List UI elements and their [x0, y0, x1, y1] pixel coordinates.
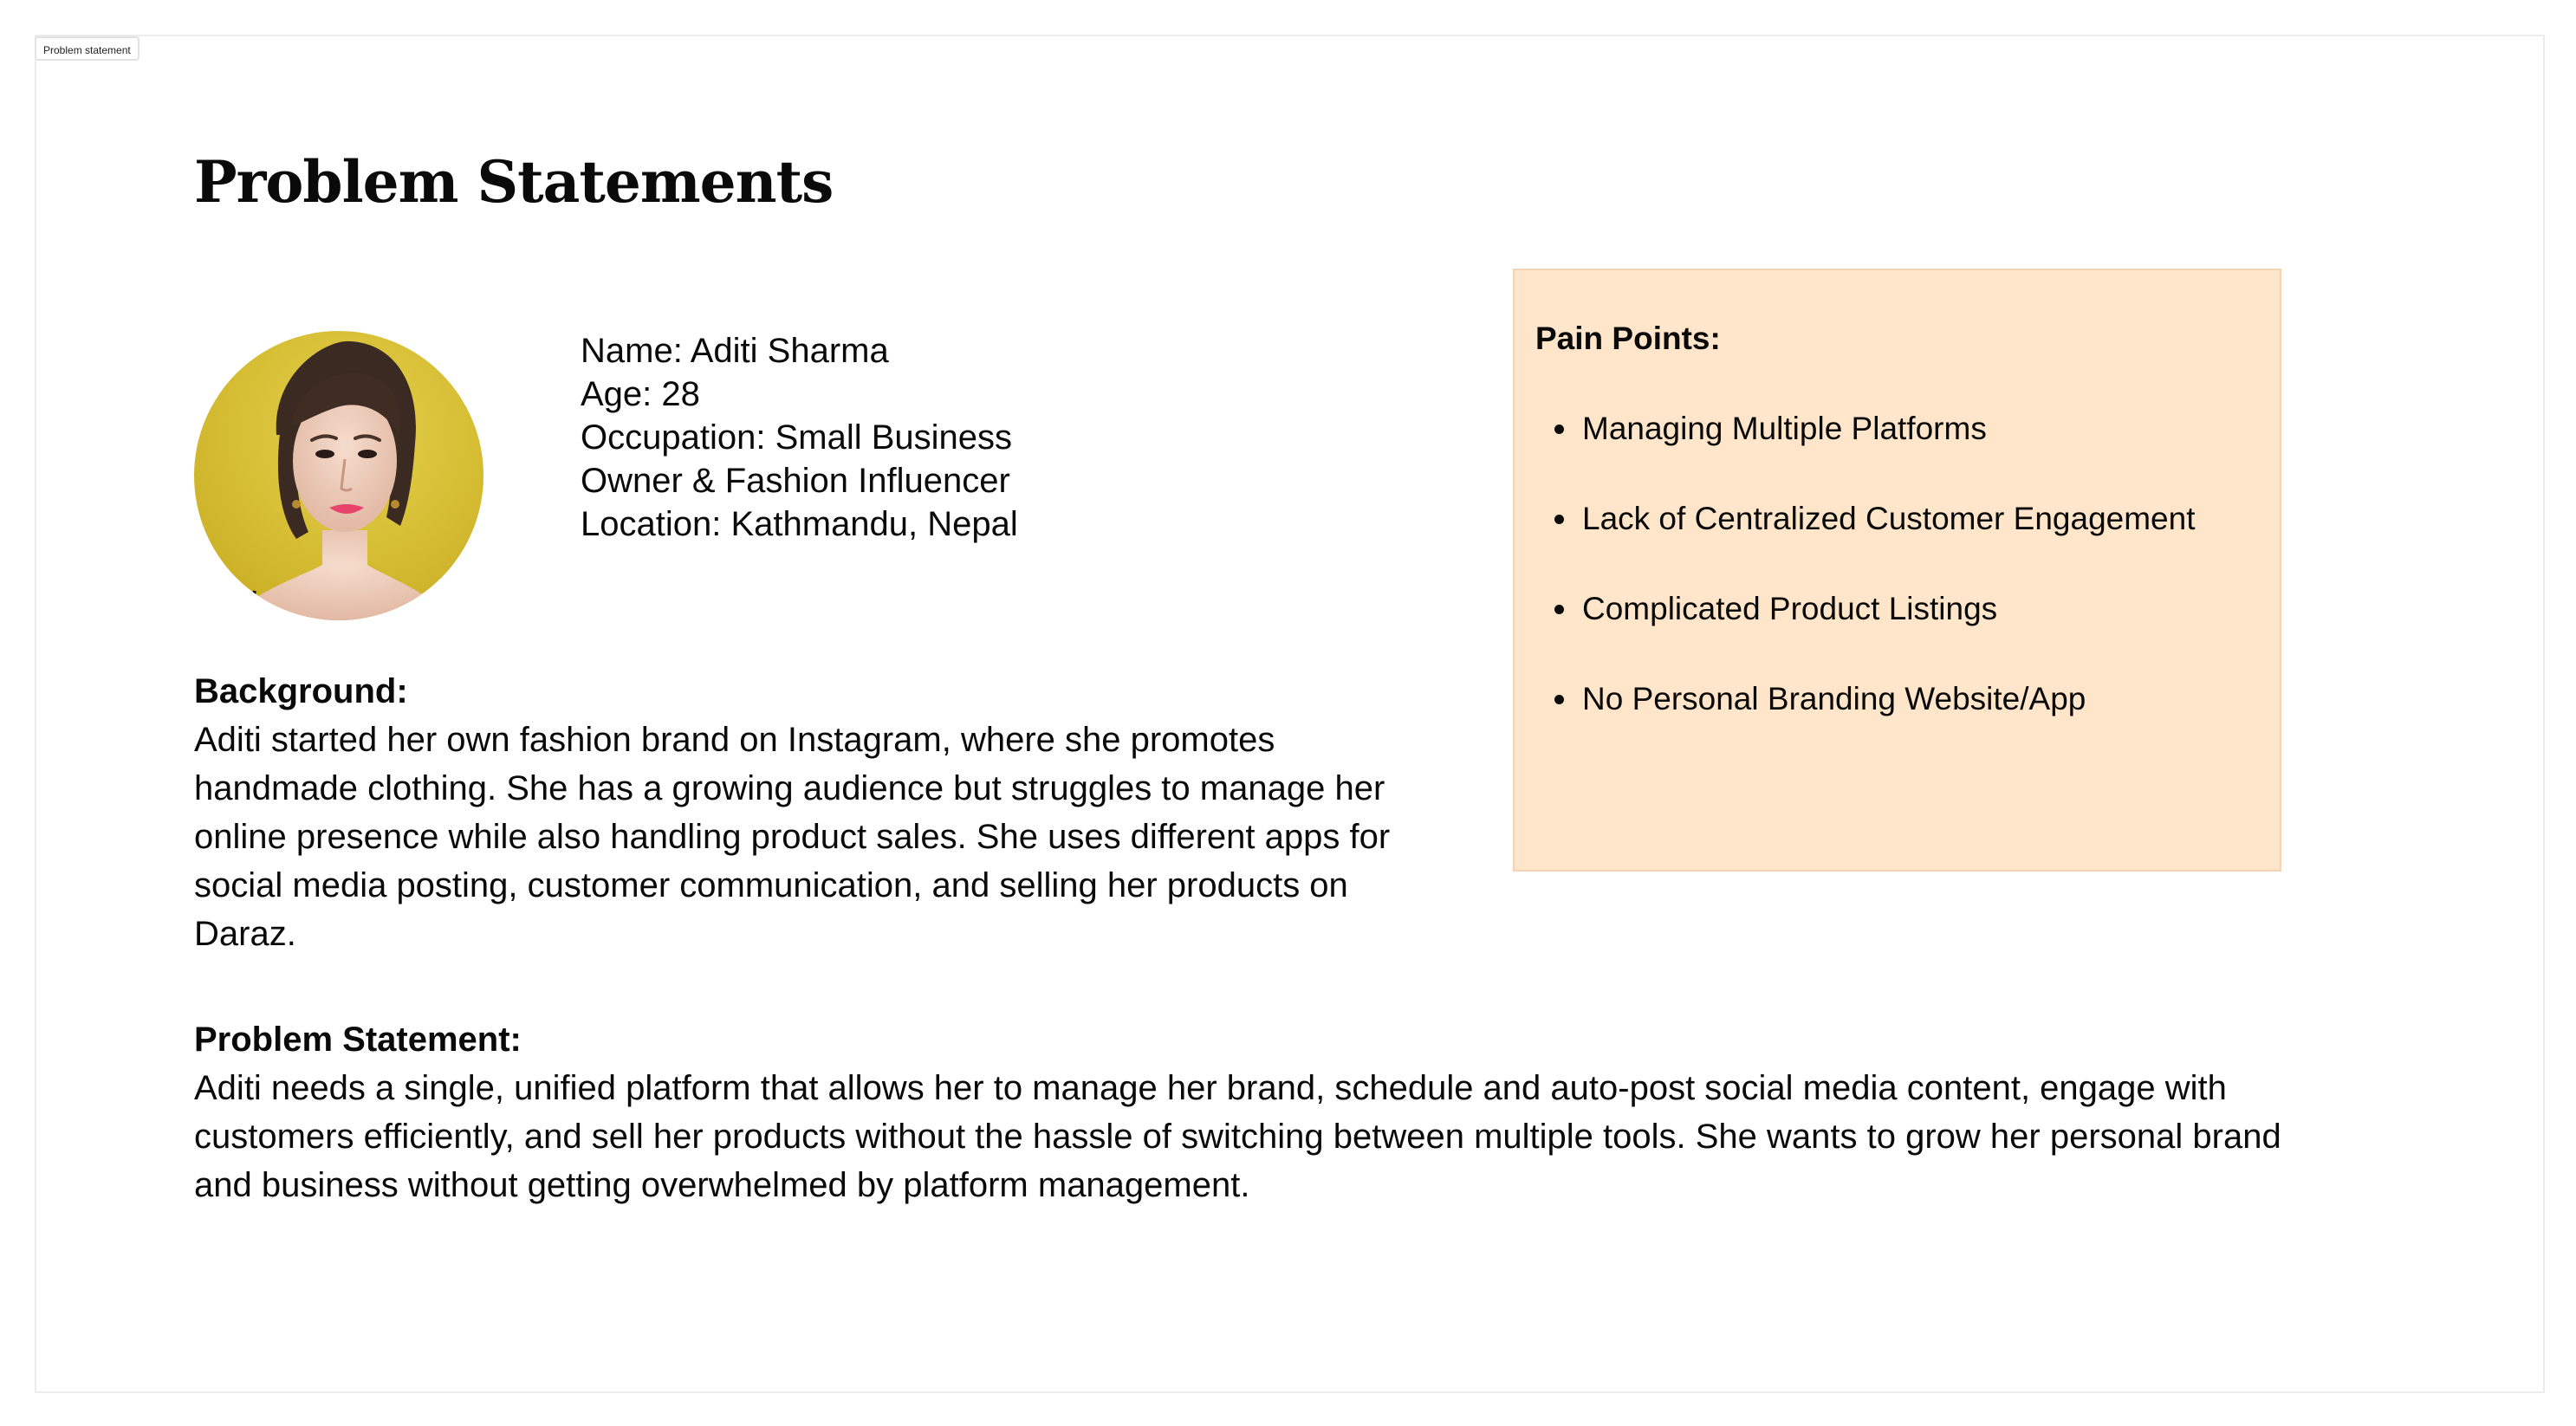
pain-point-item: Lack of Centralized Customer Engagement [1535, 497, 2195, 541]
pain-points-title: Pain Points: [1535, 321, 1721, 356]
persona-occupation-line-1: Occupation: Small Business [581, 418, 1013, 457]
problem-statement-heading: Problem Statement: [194, 1021, 522, 1059]
problem-statement-section: Problem Statement: Aditi needs a single,… [194, 1015, 2308, 1209]
pain-point-label: Complicated Product Listings [1582, 591, 1998, 626]
bullet-icon [1554, 695, 1564, 704]
persona-name: Name: Aditi Sharma [581, 332, 889, 370]
background-heading: Background: [194, 672, 408, 710]
persona-occupation-line-2: Owner & Fashion Influencer [581, 462, 1010, 500]
page-title: Problem Statements [194, 148, 834, 216]
pain-points-card[interactable]: Pain Points: Managing Multiple Platforms… [1513, 269, 2281, 872]
frame-label[interactable]: Problem statement [35, 36, 140, 61]
pain-point-label: Managing Multiple Platforms [1582, 411, 1987, 446]
persona-details: Name: Aditi Sharma Age: 28 Occupation: S… [581, 329, 1018, 546]
pain-points-list: Managing Multiple Platforms Lack of Cent… [1535, 407, 2195, 768]
pain-point-item: Managing Multiple Platforms [1535, 407, 2195, 450]
pain-point-item: Complicated Product Listings [1535, 587, 2195, 631]
persona-location: Location: Kathmandu, Nepal [581, 505, 1018, 543]
pain-point-item: No Personal Branding Website/App [1535, 677, 2195, 721]
persona-age: Age: 28 [581, 375, 700, 413]
background-section: Background: Aditi started her own fashio… [194, 667, 1442, 958]
pain-point-label: Lack of Centralized Customer Engagement [1582, 501, 2196, 536]
persona-avatar [194, 331, 483, 620]
bullet-icon [1554, 425, 1564, 434]
background-text: Aditi started her own fashion brand on I… [194, 721, 1391, 953]
bullet-icon [1554, 515, 1564, 524]
pain-point-label: No Personal Branding Website/App [1582, 681, 2086, 716]
person-portrait-icon [194, 331, 483, 620]
bullet-icon [1554, 605, 1564, 614]
problem-statement-text: Aditi needs a single, unified platform t… [194, 1069, 2281, 1204]
